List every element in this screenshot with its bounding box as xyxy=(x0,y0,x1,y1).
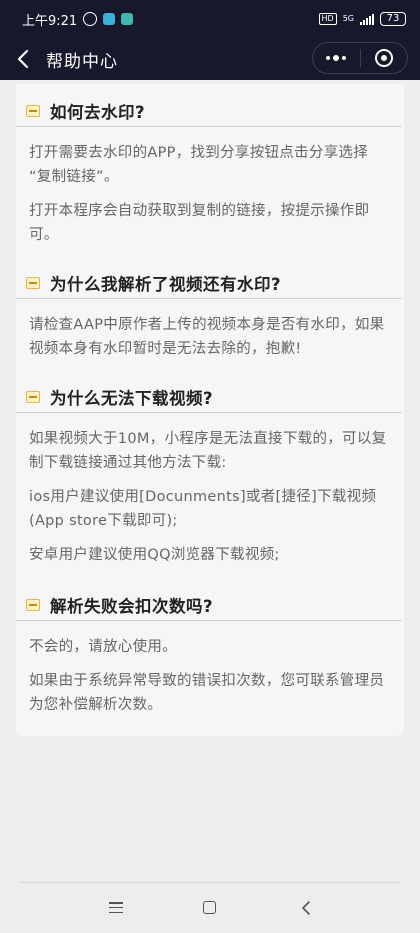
alarm-icon xyxy=(83,12,98,26)
faq-question: 为什么无法下载视频? xyxy=(50,389,214,408)
divider xyxy=(16,126,402,127)
divider xyxy=(16,620,402,621)
system-nav-divider xyxy=(20,882,400,883)
app-notification-icon xyxy=(103,13,116,25)
faq-answer: 安卓用户建议使用QQ浏览器下载视频; xyxy=(29,547,280,563)
note-icon xyxy=(26,599,40,611)
back-triangle-icon[interactable] xyxy=(298,899,314,917)
menu-icon[interactable] xyxy=(109,902,123,913)
faq-answer: 如果由于系统异常导致的错误扣次数，您可联系管理员 为您补偿解析次数。 xyxy=(29,673,385,713)
faq-answer: 如果视频大于10M，小程序是无法直接下载的，可以复 制下载链接通过其他方法下载: xyxy=(29,431,387,471)
divider xyxy=(16,412,402,413)
app-notification-icon xyxy=(121,13,134,25)
status-bar: 上午9:21 HD 5G 73 xyxy=(0,0,420,38)
nav-bar: 帮助中心 xyxy=(0,38,420,80)
faq-question: 解析失败会扣次数吗? xyxy=(50,597,214,616)
back-chevron-icon[interactable] xyxy=(2,38,44,80)
faq-question: 如何去水印? xyxy=(50,103,146,122)
faq-answer: 打开本程序会自动获取到复制的链接，按提示操作即 可。 xyxy=(29,203,370,243)
faq-question: 为什么我解析了视频还有水印? xyxy=(50,275,282,294)
signal-icon xyxy=(360,13,374,25)
divider xyxy=(16,298,402,299)
status-time: 上午9:21 xyxy=(22,13,78,29)
faq-section: 解析失败会扣次数吗? 不会的，请放心使用。 如果由于系统异常导致的错误扣次数，您… xyxy=(16,590,404,717)
faq-section: 为什么无法下载视频? 如果视频大于10M，小程序是无法直接下载的，可以复 制下载链… xyxy=(16,382,404,567)
faq-answer: 不会的，请放心使用。 xyxy=(29,639,177,655)
faq-card: 如何去水印? 打开需要去水印的APP，找到分享按钮点击分享选择 “复制链接”。 打… xyxy=(16,84,404,736)
hd-badge: HD xyxy=(318,13,337,25)
faq-section: 为什么我解析了视频还有水印? 请检查AAP中原作者上传的视频本身是否有水印，如果… xyxy=(16,268,404,361)
network-label: 5G xyxy=(342,14,354,23)
more-dots-icon[interactable] xyxy=(313,43,360,73)
faq-answer: 打开需要去水印的APP，找到分享按钮点击分享选择 “复制链接”。 xyxy=(29,145,369,185)
note-icon xyxy=(26,105,40,117)
page-title: 帮助中心 xyxy=(46,51,118,72)
home-square-icon[interactable] xyxy=(203,901,216,914)
mini-program-capsule xyxy=(312,42,408,74)
faq-answer: ios用户建议使用[Docunments]或者[捷径]下载视频 (App stor… xyxy=(29,489,377,529)
battery-icon: 73 xyxy=(380,12,406,26)
note-icon xyxy=(26,277,40,289)
system-nav-bar xyxy=(0,890,420,926)
close-target-icon[interactable] xyxy=(361,43,408,73)
faq-answer: 请检查AAP中原作者上传的视频本身是否有水印，如果 视频本身有水印暂时是无法去除的… xyxy=(29,317,385,357)
faq-section: 如何去水印? 打开需要去水印的APP，找到分享按钮点击分享选择 “复制链接”。 打… xyxy=(16,96,404,247)
note-icon xyxy=(26,391,40,403)
